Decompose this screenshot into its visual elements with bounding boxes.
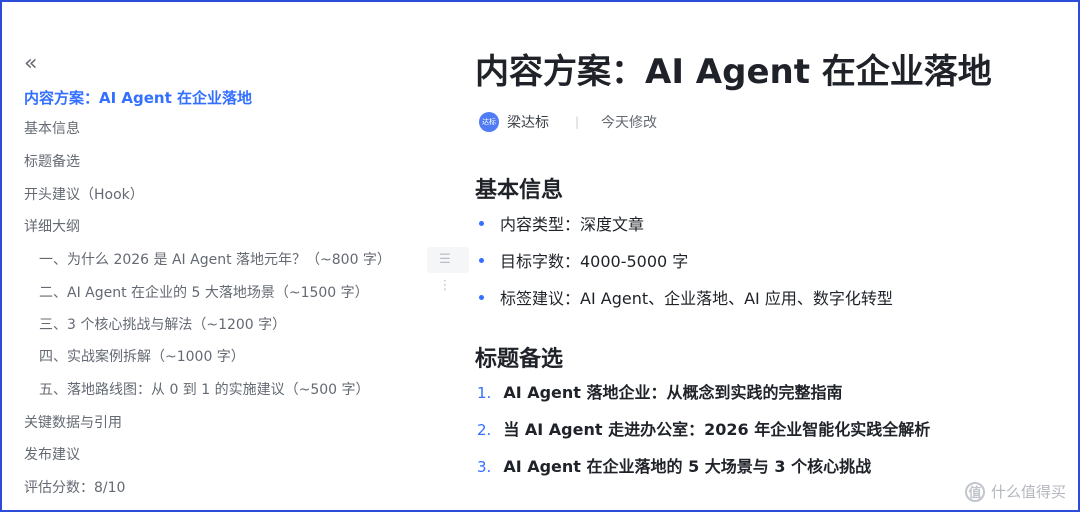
bullet-icon: [479, 258, 484, 263]
outline-item-section-3[interactable]: 三、3 个核心挑战与解法（~1200 字）: [39, 313, 286, 337]
outline-item-section-5[interactable]: 五、落地路线图：从 0 到 1 的实施建议（~500 字）: [39, 378, 370, 402]
list-number: 3.: [477, 458, 492, 476]
list-item-text: 目标字数：4000-5000 字: [500, 252, 689, 271]
heading-basic-info: 基本信息: [475, 178, 564, 203]
modified-time: 今天修改: [601, 115, 658, 131]
list-number: 2.: [477, 421, 492, 439]
list-item: 1. AI Agent 落地企业：从概念到实践的完整指南: [477, 380, 843, 406]
list-item: 目标字数：4000-5000 字: [479, 249, 688, 275]
outline-item-doc-title[interactable]: 内容方案：AI Agent 在企业落地: [24, 86, 252, 110]
outline-item-publish[interactable]: 发布建议: [24, 443, 80, 467]
collapse-sidebar-icon[interactable]: «: [24, 53, 44, 75]
meta-separator: |: [575, 115, 580, 129]
list-item: 3. AI Agent 在企业落地的 5 大场景与 3 个核心挑战: [477, 454, 871, 480]
avatar[interactable]: 达标: [479, 112, 499, 132]
watermark-text: 什么值得买: [990, 483, 1066, 501]
bullet-icon: [479, 295, 484, 300]
author-name[interactable]: 梁达标: [507, 112, 549, 132]
outline-item-hook[interactable]: 开头建议（Hook）: [24, 183, 144, 207]
bullet-icon: [479, 221, 484, 226]
outline-item-detailed-outline[interactable]: 详细大纲: [24, 215, 80, 239]
list-item-text: 内容类型：深度文章: [500, 215, 645, 234]
list-item-text: AI Agent 落地企业：从概念到实践的完整指南: [503, 383, 843, 402]
outline-item-section-2[interactable]: 二、AI Agent 在企业的 5 大落地场景（~1500 字）: [39, 281, 369, 305]
outline-item-section-4[interactable]: 四、实战案例拆解（~1000 字）: [39, 345, 245, 369]
outline-item-basic-info[interactable]: 基本信息: [24, 117, 80, 141]
list-item-text: 标签建议：AI Agent、企业落地、AI 应用、数字化转型: [500, 289, 893, 308]
watermark: 值 什么值得买: [964, 481, 1066, 502]
list-item: 内容类型：深度文章: [479, 212, 644, 238]
list-item-text: AI Agent 在企业落地的 5 大场景与 3 个核心挑战: [503, 457, 872, 476]
author-row: 达标 梁达标 | 今天修改: [479, 110, 657, 134]
list-item: 标签建议：AI Agent、企业落地、AI 应用、数字化转型: [479, 286, 893, 312]
outline-item-score[interactable]: 评估分数：8/10: [24, 476, 125, 500]
list-number: 1.: [477, 384, 492, 402]
outline-item-key-data[interactable]: 关键数据与引用: [24, 411, 122, 435]
block-drag-handle-icon[interactable]: ☰ ⋮: [427, 247, 469, 293]
list-item-text: 当 AI Agent 走进办公室：2026 年企业智能化实践全解析: [503, 420, 931, 439]
smzdm-logo-icon: 值: [964, 481, 985, 502]
page-title: 内容方案：AI Agent 在企业落地: [475, 52, 992, 92]
outline-item-title-options[interactable]: 标题备选: [24, 150, 80, 174]
outline-item-section-1[interactable]: 一、为什么 2026 是 AI Agent 落地元年？（~800 字）: [39, 248, 391, 272]
list-item: 2. 当 AI Agent 走进办公室：2026 年企业智能化实践全解析: [477, 417, 930, 443]
heading-title-options: 标题备选: [475, 347, 564, 372]
